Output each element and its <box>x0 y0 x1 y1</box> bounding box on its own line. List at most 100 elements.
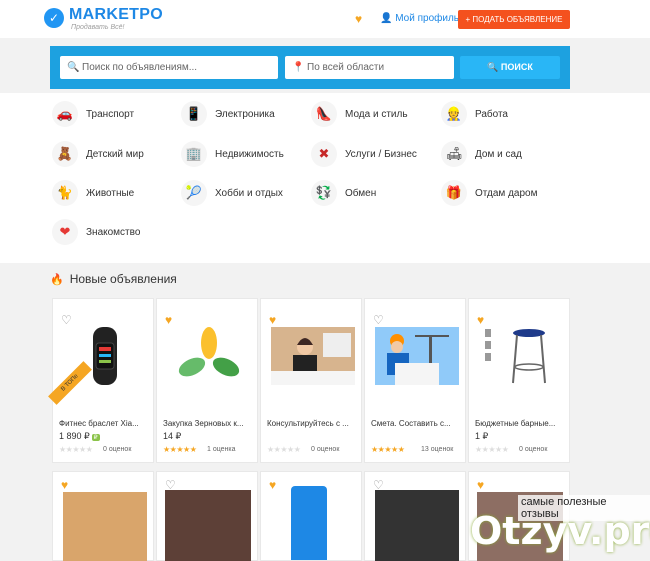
listing-card[interactable]: ♡ Смета. Составить с... ★★★★★ 13 оценок <box>364 298 466 463</box>
search-input[interactable]: 🔍 Поиск по объявлениям... <box>60 56 278 79</box>
rating-count: 13 оценок <box>421 446 454 453</box>
search-button-label: ПОИСК <box>500 62 533 72</box>
category-animals[interactable]: 🐈 Животные <box>52 180 134 206</box>
category-label: Животные <box>86 187 135 199</box>
category-hobby[interactable]: 🎾 Хобби и отдых <box>181 180 283 206</box>
bar-stool-image <box>479 327 563 385</box>
favorite-heart-icon[interactable]: ♥ <box>165 313 172 327</box>
rating-stars: ★★★★★ <box>267 445 301 454</box>
price-value: 14 ₽ <box>163 431 182 441</box>
favorite-heart-icon[interactable]: ♥ <box>269 478 276 492</box>
favorite-heart-icon[interactable]: ♡ <box>373 313 384 327</box>
favorite-heart-icon[interactable]: ♡ <box>61 313 72 327</box>
category-label: Хобби и отдых <box>215 187 283 199</box>
cat-icon: 🐈 <box>52 180 78 206</box>
fire-icon: 🔥 <box>50 273 64 286</box>
listing-title[interactable]: Закупка Зерновых к... <box>163 419 253 428</box>
listing-title[interactable]: Фитнес браслет Xia... <box>59 419 149 428</box>
building-icon: 🏢 <box>181 141 207 167</box>
rating-count: 1 оценка <box>207 446 236 453</box>
sofa-icon: 🛋 <box>441 141 467 167</box>
rating-stars: ★★★★★ <box>475 445 509 454</box>
heart-pulse-icon: ❤ <box>52 219 78 245</box>
wooden-interior-image <box>63 492 147 561</box>
location-value: По всей области <box>307 62 385 73</box>
rating-stars: ★★★★★ <box>371 445 405 454</box>
category-dating[interactable]: ❤ Знакомство <box>52 219 140 245</box>
favorite-heart-icon[interactable]: ♥ <box>269 313 276 327</box>
post-ad-button[interactable]: + ПОДАТЬ ОБЪЯВЛЕНИЕ <box>458 10 570 29</box>
favorites-heart-icon[interactable]: ♥ <box>355 12 362 26</box>
search-button[interactable]: 🔍 ПОИСК <box>460 56 560 79</box>
favorite-heart-icon[interactable]: ♥ <box>477 478 484 492</box>
rating-stars: ★★★★★ <box>59 445 93 454</box>
rating-stars: ★★★★★ <box>163 445 197 454</box>
listing-title[interactable]: Смета. Составить с... <box>371 419 461 428</box>
category-home[interactable]: 🛋 Дом и сад <box>441 141 522 167</box>
listing-title[interactable]: Консультируйтесь с ... <box>267 419 357 428</box>
listing-card[interactable]: ♡ В ТОПе Фитнес браслет Xia... 1 890 ₽ ₽ … <box>48 298 154 463</box>
categories-panel: 🚗 Транспорт 📱 Электроника 👠 Мода и стиль 👷 Р… <box>0 93 650 263</box>
car-icon: 🚗 <box>52 101 78 127</box>
logo-check-icon: ✓ <box>44 8 64 28</box>
racket-icon: 🎾 <box>181 180 207 206</box>
listing-card[interactable]: ♥ <box>52 471 154 561</box>
category-realty[interactable]: 🏢 Недвижимость <box>181 141 284 167</box>
worker-icon: 👷 <box>441 101 467 127</box>
favorite-heart-icon[interactable]: ♥ <box>477 313 484 327</box>
chests-image <box>165 490 251 561</box>
construction-estimate-photo <box>375 327 459 385</box>
category-label: Недвижимость <box>215 148 284 160</box>
listing-title[interactable]: Бюджетные барные... <box>475 419 565 428</box>
category-fashion[interactable]: 👠 Мода и стиль <box>311 101 408 127</box>
listing-card[interactable]: ♥ Закупка Зерновых к... 14 ₽ ★★★★★ 1 оце… <box>156 298 258 463</box>
logo-subtitle: Продавать Всё! <box>71 24 125 31</box>
category-label: Услуги / Бизнес <box>345 148 417 160</box>
profile-label: Мой профиль <box>395 13 459 24</box>
price-value: 1 890 ₽ <box>59 431 90 441</box>
location-select[interactable]: 📍 По всей области <box>285 56 454 79</box>
search-panel: 🔍 Поиск по объявлениям... 📍 По всей обла… <box>50 46 570 89</box>
ruble-badge: ₽ <box>91 434 100 441</box>
category-electronics[interactable]: 📱 Электроника <box>181 101 275 127</box>
teddy-bear-icon: 🧸 <box>52 141 78 167</box>
rating-count: 0 оценок <box>519 446 548 453</box>
watermark-logo: Otzyv.pro <box>470 509 650 553</box>
category-label: Знакомство <box>86 226 141 238</box>
rating-count: 0 оценок <box>311 446 340 453</box>
category-kids[interactable]: 🧸 Детский мир <box>52 141 144 167</box>
category-label: Дом и сад <box>475 148 522 160</box>
category-label: Отдам даром <box>475 187 538 199</box>
header: ✓ MARKETPO Продавать Всё! ♥ 👤 Мой профил… <box>0 0 650 38</box>
category-services[interactable]: ✖ Услуги / Бизнес <box>311 141 417 167</box>
gift-icon: 🎁 <box>441 180 467 206</box>
category-label: Детский мир <box>86 148 144 160</box>
listing-card[interactable]: ♡ <box>156 471 258 561</box>
user-icon: 👤 <box>380 13 393 24</box>
category-free[interactable]: 🎁 Отдам даром <box>441 180 537 206</box>
watermark: самые полезные отзывы Otzyv.pro <box>430 495 650 561</box>
category-exchange[interactable]: 💱 Обмен <box>311 180 376 206</box>
phone-icon: 📱 <box>181 101 207 127</box>
favorite-heart-icon[interactable]: ♥ <box>61 478 68 492</box>
logo-title: MARKETPO <box>69 6 163 23</box>
profile-link[interactable]: 👤 Мой профиль <box>380 13 459 24</box>
listing-card[interactable]: ♥ Консультируйтесь с ... ★★★★★ 0 оценок <box>260 298 362 463</box>
category-label: Обмен <box>345 187 377 199</box>
listing-price: 1 ₽ <box>475 431 488 442</box>
category-label: Электроника <box>215 108 275 120</box>
category-label: Работа <box>475 108 508 120</box>
category-jobs[interactable]: 👷 Работа <box>441 101 508 127</box>
category-transport[interactable]: 🚗 Транспорт <box>52 101 134 127</box>
map-pin-icon: 📍 <box>292 62 305 73</box>
portable-toilet-image <box>291 486 327 560</box>
logo[interactable]: ✓ MARKETPO Продавать Всё! <box>44 6 163 31</box>
shoe-icon: 👠 <box>311 101 337 127</box>
search-placeholder: Поиск по объявлениям... <box>82 62 198 73</box>
listing-card[interactable]: ♥ <box>260 471 362 561</box>
listing-price: 1 890 ₽ ₽ <box>59 431 100 442</box>
tools-icon: ✖ <box>311 141 337 167</box>
new-listings-heading: 🔥 Новые объявления <box>50 272 177 286</box>
category-label: Транспорт <box>86 108 135 120</box>
listing-card[interactable]: ♥ Бюджетные барные... 1 ₽ ★★★★★ 0 оценок <box>468 298 570 463</box>
